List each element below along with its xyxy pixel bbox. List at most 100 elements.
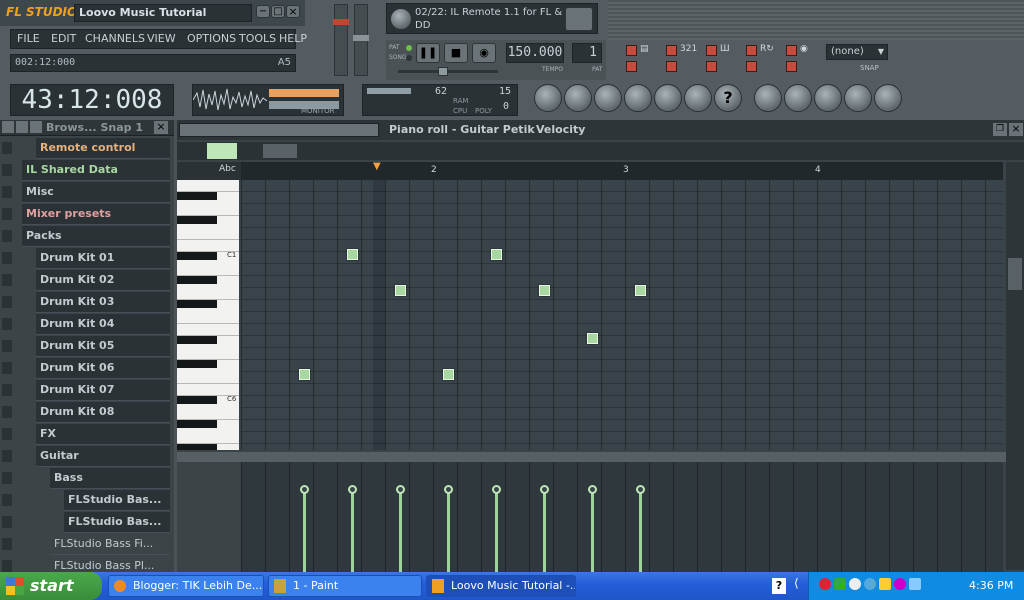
tree-expander-icon[interactable] [2,274,12,286]
velocity-bar[interactable] [494,492,498,572]
velocity-editor[interactable] [241,462,1003,572]
browser-item[interactable]: Bass [50,468,170,489]
note[interactable] [442,369,454,380]
tree-expander-icon[interactable] [2,450,12,462]
browser-item[interactable]: FX [36,424,170,445]
velocity-bar[interactable] [350,492,354,572]
browser-item[interactable]: Mixer presets [22,204,170,225]
tools-button[interactable] [624,84,652,112]
browser-item[interactable]: Packs [22,226,170,247]
record-mode-toggle[interactable] [786,61,797,72]
menu-options[interactable]: OPTIONS [187,32,236,45]
note[interactable] [538,285,550,296]
black-key[interactable] [177,420,217,428]
song-position-bar[interactable] [398,67,498,76]
security-icon[interactable] [879,578,891,590]
browser-item[interactable]: FLStudio Bass Fi... [50,534,170,555]
loop-record-toggle[interactable] [746,45,757,56]
piano-roll-close[interactable]: × [1009,123,1023,136]
browser-close-button[interactable]: × [154,121,168,134]
black-key[interactable] [177,252,217,260]
browser-item[interactable]: Drum Kit 03 [36,292,170,313]
tree-expander-icon[interactable] [2,516,12,528]
master-volume-slider[interactable] [333,4,349,76]
notes-button[interactable] [684,84,712,112]
black-key[interactable] [177,336,217,344]
task-flstudio[interactable]: Loovo Music Tutorial -... [426,575,576,597]
scroll-thumb[interactable] [263,144,297,158]
network-icon[interactable] [834,578,846,590]
velocity-bar[interactable] [542,492,546,572]
help-button[interactable]: ? [714,84,742,112]
browser-item[interactable]: Drum Kit 05 [36,336,170,357]
playhead-marker[interactable]: ▼ [373,162,385,172]
metronome-toggle[interactable] [626,45,637,56]
snap-select[interactable]: (none) ▼ [826,44,888,60]
undo-button[interactable] [534,84,562,112]
piano-roll-button[interactable] [814,84,842,112]
browser-item[interactable]: Drum Kit 02 [36,270,170,291]
close-button[interactable]: × [286,5,300,18]
task-blogger[interactable]: Blogger: TIK Lebih De... [108,575,264,597]
piano-roll-tools[interactable] [179,123,379,137]
browser-item[interactable]: Drum Kit 07 [36,380,170,401]
ruler-tool-label[interactable]: Abc [219,164,236,174]
velocity-handle[interactable] [635,485,645,494]
song-mode-led[interactable] [406,55,412,61]
black-key[interactable] [177,444,217,450]
search-button[interactable] [654,84,682,112]
menu-file[interactable]: FILE [17,32,40,45]
tree-expander-icon[interactable] [2,384,12,396]
knob-icon[interactable] [390,8,412,30]
tree-expander-icon[interactable] [2,472,12,484]
minimize-button[interactable]: − [256,5,270,18]
note[interactable] [586,333,598,344]
tree-expander-icon[interactable] [2,406,12,418]
velocity-handle[interactable] [299,485,309,494]
step-sequencer-button[interactable] [784,84,812,112]
browser-up-icon[interactable] [30,121,42,133]
browser-item[interactable]: Misc [22,182,170,203]
menu-edit[interactable]: EDIT [51,32,76,45]
velocity-bar[interactable] [398,492,402,572]
tree-expander-icon[interactable] [2,252,12,264]
note[interactable] [634,285,646,296]
overdub-toggle[interactable] [746,61,757,72]
antivirus-icon[interactable] [864,578,876,590]
piano-roll-scrollbar-h[interactable] [177,142,1024,160]
velocity-handle[interactable] [491,485,501,494]
velocity-bar[interactable] [638,492,642,572]
piano-roll-maximize[interactable]: ❐ [993,123,1007,136]
display-icon[interactable] [909,578,921,590]
playlist-button[interactable] [754,84,782,112]
browser-item[interactable]: FLStudio Bas... [64,512,170,533]
velocity-bar[interactable] [302,492,306,572]
browser-item[interactable]: Guitar [36,446,170,467]
tree-expander-icon[interactable] [2,538,12,550]
black-key[interactable] [177,396,217,404]
piano-roll-param[interactable]: Velocity [536,123,585,136]
browser-item[interactable]: Drum Kit 01 [36,248,170,269]
step-edit-toggle[interactable] [666,45,677,56]
pause-button[interactable]: ❚❚ [416,43,440,63]
note[interactable] [490,249,502,260]
browser-button[interactable] [844,84,872,112]
tree-expander-icon[interactable] [2,142,12,154]
velocity-bar[interactable] [446,492,450,572]
note[interactable] [394,285,406,296]
tree-expander-icon[interactable] [2,230,12,242]
browser-menu-icon[interactable] [2,121,14,133]
save-button[interactable] [564,84,592,112]
typing-keyboard-toggle[interactable] [626,61,637,72]
tray-icons[interactable] [819,578,949,594]
chevron-icon[interactable]: ⟨ [794,576,799,590]
black-key[interactable] [177,360,217,368]
browser-item[interactable]: FLStudio Bass Pl... [50,556,170,572]
velocity-handle[interactable] [347,485,357,494]
stop-button[interactable]: ■ [444,43,468,63]
help-icon[interactable]: ? [772,578,786,594]
master-pitch-slider[interactable] [353,4,369,76]
piano-roll-scrollbar-v[interactable] [1006,162,1024,570]
tree-expander-icon[interactable] [2,318,12,330]
bluetooth-icon[interactable] [849,578,861,590]
